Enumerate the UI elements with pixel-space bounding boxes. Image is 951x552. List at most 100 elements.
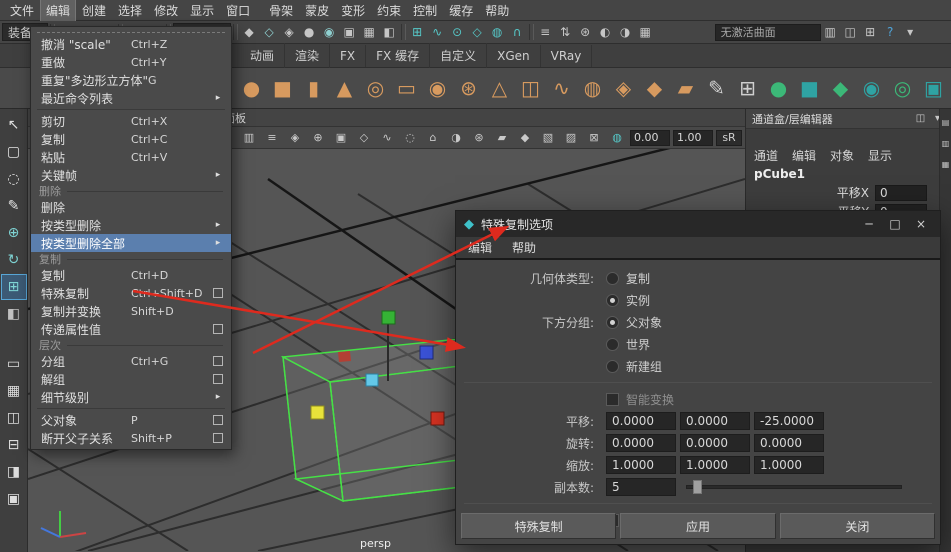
translate-z-field[interactable]: -25.0000 (754, 412, 824, 430)
option-box-icon[interactable] (213, 374, 223, 384)
option-box-icon[interactable] (213, 356, 223, 366)
snap-viewplane-icon[interactable]: ◍ (488, 23, 507, 42)
vray-dome-icon[interactable]: ◎ (887, 71, 918, 105)
make-live-icon[interactable]: ∩ (508, 23, 527, 42)
menubar-item-help[interactable]: 帮助 (480, 0, 514, 21)
textured-icon[interactable]: ▣ (330, 129, 352, 147)
help-line-icon[interactable]: ? (881, 23, 900, 42)
edit-menu-item-lod[interactable]: 细节级别▸ (31, 388, 231, 406)
group-under-world-option[interactable]: 世界 (606, 336, 650, 353)
exposure-icon[interactable]: ◍ (606, 129, 628, 147)
edit-menu-item-delete[interactable]: 删除 (31, 198, 231, 216)
snap-point-icon[interactable]: ⊙ (448, 23, 467, 42)
poly-prism-icon[interactable]: ▰ (670, 71, 701, 105)
select-deformation-icon[interactable]: ▦ (360, 23, 379, 42)
edit-menu-item-duplicate[interactable]: 复制Ctrl+D (31, 266, 231, 284)
menubar-item-windows[interactable]: 窗口 (221, 0, 255, 21)
dialog-menu-edit[interactable]: 编辑 (468, 239, 492, 256)
poly-cube-icon[interactable]: ■ (267, 71, 298, 105)
edit-menu-item-transfer-attribute-values[interactable]: 传递属性值 (31, 320, 231, 338)
menubar-item-create[interactable]: 创建 (77, 0, 111, 21)
rotate-x-field[interactable]: 0.0000 (606, 434, 676, 452)
edit-menu-item-cut[interactable]: 剪切Ctrl+X (31, 112, 231, 130)
no-live-surface-field[interactable]: 无激活曲面 (715, 24, 821, 41)
poly-cylinder-icon[interactable]: ▮ (298, 71, 329, 105)
option-box-icon[interactable] (213, 324, 223, 334)
scale-y-field[interactable]: 1.0000 (680, 456, 750, 474)
render-settings-icon[interactable]: ▦ (636, 23, 655, 42)
sidebar-tool-settings-toggle-icon[interactable]: ▦ (940, 159, 951, 170)
shelf-tab-vray[interactable]: VRay (541, 45, 593, 67)
edit-menu-item-recent-commands[interactable]: 最近命令列表▸ (31, 89, 231, 107)
poly-disc-icon[interactable]: ◉ (422, 71, 453, 105)
copies-slider-handle[interactable] (693, 480, 702, 494)
channelbox-menu-show[interactable]: 显示 (868, 147, 892, 164)
vray-render-icon[interactable]: ▣ (918, 71, 949, 105)
option-box-icon[interactable] (213, 433, 223, 443)
channel-object-name[interactable]: pCube1 (746, 165, 951, 183)
poly-pipe-icon[interactable]: ◫ (515, 71, 546, 105)
output-connections-icon[interactable]: ⇅ (556, 23, 575, 42)
panel-toggle-icon[interactable]: ◫ (841, 23, 860, 42)
translate-x-field[interactable]: 0.0000 (606, 412, 676, 430)
select-misc-icon[interactable]: ◧ (380, 23, 399, 42)
wireframe-icon[interactable]: ◈ (284, 129, 306, 147)
use-default-material-icon[interactable]: ◇ (353, 129, 375, 147)
edit-menu-item-delete-by-type[interactable]: 按类型删除▸ (31, 216, 231, 234)
poly-plane-icon[interactable]: ▭ (391, 71, 422, 105)
layout-persp-outliner-icon[interactable]: ⊟ (2, 433, 26, 457)
shelf-tab-custom[interactable]: 自定义 (430, 43, 487, 68)
shelf-tab-rendering[interactable]: 渲染 (285, 43, 330, 68)
menubar-item-skeleton[interactable]: 骨架 (264, 0, 298, 21)
select-surface-icon[interactable]: ▣ (340, 23, 359, 42)
poly-soccer-icon[interactable]: ◍ (577, 71, 608, 105)
edit-menu-item-redo[interactable]: 重做Ctrl+Y (31, 53, 231, 71)
copies-field[interactable]: 5 (606, 478, 676, 496)
snap-curve-icon[interactable]: ∿ (428, 23, 447, 42)
channel-value-field[interactable]: 0 (875, 185, 927, 201)
edit-menu-item-undo[interactable]: 撤消 "scale"Ctrl+Z (31, 35, 231, 53)
rotate-y-field[interactable]: 0.0000 (680, 434, 750, 452)
screen-space-ao-icon[interactable]: ◑ (445, 129, 467, 147)
menubar-item-cache[interactable]: 缓存 (444, 0, 478, 21)
smart-transform-option[interactable]: 智能变换 (606, 391, 674, 408)
edit-menu-item-paste[interactable]: 粘贴Ctrl+V (31, 148, 231, 166)
statusline-divider[interactable] (401, 24, 406, 40)
shelf-tab-fx-caching[interactable]: FX 缓存 (366, 43, 430, 68)
radio-instance[interactable] (606, 294, 619, 307)
select-hierarchy-icon[interactable]: ◆ (240, 23, 259, 42)
input-connections-icon[interactable]: ≡ (536, 23, 555, 42)
vray-material-icon[interactable]: ◆ (825, 71, 856, 105)
poly-gear-icon[interactable]: ⊛ (453, 71, 484, 105)
option-box-icon[interactable] (213, 415, 223, 425)
lighting-icon[interactable]: ◌ (399, 129, 421, 147)
geometry-type-instance-option[interactable]: 实例 (606, 292, 650, 309)
sculpt-tool-icon[interactable]: ✎ (701, 71, 732, 105)
rotate-z-field[interactable]: 0.0000 (754, 434, 824, 452)
safe-title-icon[interactable]: ≡ (261, 129, 283, 147)
copies-slider[interactable] (686, 485, 902, 489)
menubar-item-display[interactable]: 显示 (185, 0, 219, 21)
select-component-icon[interactable]: ◈ (280, 23, 299, 42)
render-current-frame-icon[interactable]: ◐ (596, 23, 615, 42)
wireframe-on-shaded-icon[interactable]: ∿ (376, 129, 398, 147)
shelf-tab-animation[interactable]: 动画 (240, 43, 285, 68)
isolate-select-icon[interactable]: ▧ (537, 129, 559, 147)
lasso-select-tool-icon[interactable]: ◌ (2, 167, 26, 191)
channelbox-display-icon[interactable]: ◫ (913, 109, 928, 128)
poly-cone-icon[interactable]: ▲ (329, 71, 360, 105)
multisample-icon[interactable]: ▰ (491, 129, 513, 147)
smart-transform-checkbox[interactable] (606, 393, 619, 406)
menubar-item-edit[interactable]: 编辑 (41, 0, 75, 21)
channelbox-menu-edit[interactable]: 编辑 (792, 147, 816, 164)
channelbox-menu-object[interactable]: 对象 (830, 147, 854, 164)
radio-world[interactable] (606, 338, 619, 351)
menubar-item-skin[interactable]: 蒙皮 (300, 0, 334, 21)
exposure-field[interactable]: 0.00 (630, 130, 670, 146)
layout-custom-icon[interactable]: ▣ (2, 487, 26, 511)
geometry-type-copy-option[interactable]: 复制 (606, 270, 650, 287)
last-tool-icon[interactable]: ◧ (2, 302, 26, 326)
menubar-item-constrain[interactable]: 约束 (372, 0, 406, 21)
menubar-item-modify[interactable]: 修改 (149, 0, 183, 21)
menubar-item-select[interactable]: 选择 (113, 0, 147, 21)
